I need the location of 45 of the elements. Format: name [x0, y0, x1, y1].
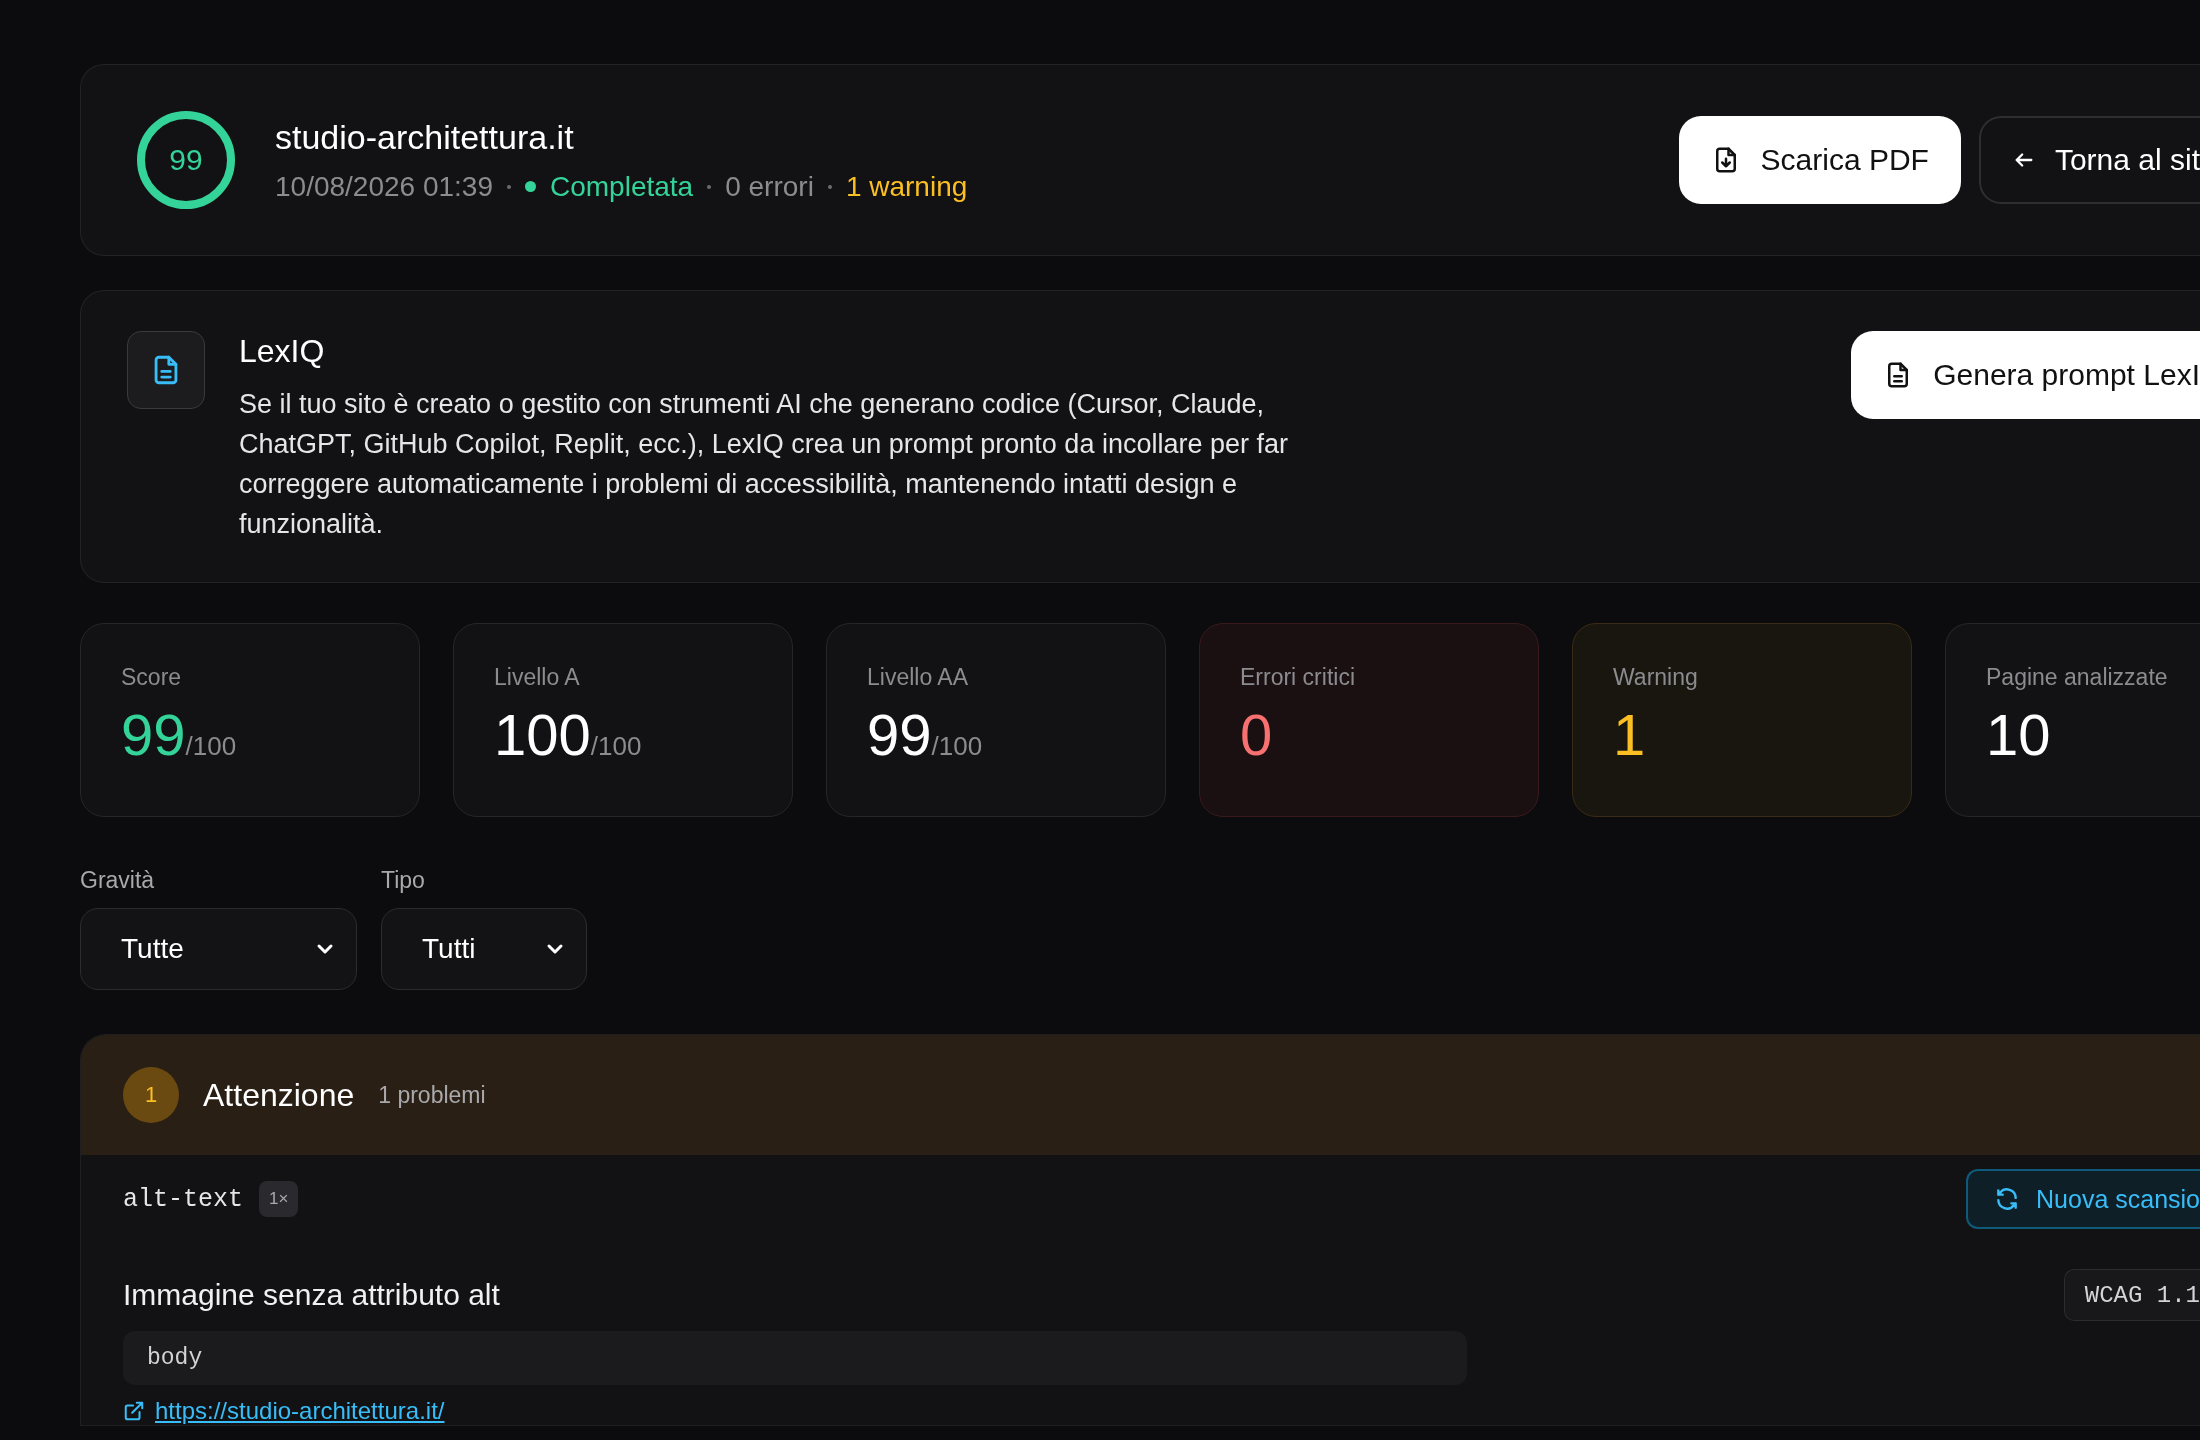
wcag-badge: WCAG 1.1 — [2063, 1269, 2200, 1321]
group-title: Attenzione — [203, 1076, 355, 1114]
external-link-icon — [123, 1400, 145, 1422]
status-dot — [525, 181, 536, 192]
stat-value: 100 — [494, 701, 591, 768]
page-link[interactable]: https://studio-architettura.it/ — [155, 1397, 445, 1425]
stat-label: Score — [121, 664, 183, 691]
meta-text: Completata — [550, 170, 694, 203]
stat-value: 99 — [867, 701, 932, 768]
stat-value: 99 — [121, 701, 186, 768]
occurrence-badge: 1× — [259, 1181, 299, 1217]
stat-label: Pagine analizzate — [1986, 664, 2169, 691]
count-badge: 1 — [123, 1067, 179, 1123]
meta-text: 10/08/2026 01:39 — [275, 170, 493, 203]
chevron-down-icon — [546, 943, 564, 955]
back-button[interactable]: Torna al sit — [1978, 116, 2200, 204]
stat-suffix: /100 — [185, 731, 237, 762]
rescan-button[interactable]: Nuova scansio — [1966, 1169, 2200, 1229]
generate-prompt-button[interactable]: Genera prompt LexI — [1851, 331, 2200, 419]
stat-label: Warning — [1613, 664, 1699, 691]
score-value: 99 — [169, 145, 203, 175]
stat-suffix: /100 — [590, 731, 642, 762]
download-pdf-button[interactable]: Scarica PDF — [1678, 116, 1961, 204]
meta-text: 1 warning — [845, 170, 968, 203]
refresh-icon — [1994, 1186, 2020, 1212]
filter-label: Gravità — [80, 867, 156, 894]
meta-text: 0 errori — [725, 170, 814, 203]
stat-label: Livello A — [494, 664, 581, 691]
stat-label: Livello AA — [867, 664, 969, 691]
stat-label: Errori critici — [1240, 664, 1356, 691]
filter-select[interactable]: Tutte — [80, 908, 357, 990]
stat-value: 10 — [1986, 701, 2051, 768]
stat-value: 1 — [1613, 701, 1646, 768]
stat-suffix: /100 — [931, 731, 983, 762]
lexiq-description: Se il tuo sito è creato o gestito con strumenti AI che generano codice (Cursor, Claude, ChatGPT, GitHub Copilot, Replit, ecc.), LexIQ crea un prompt pronto da incollare per far correggere automaticamente i problemi di accessibilità, mantenendo intatti design e funzionalità. — [239, 388, 1289, 541]
selector-code: body — [123, 1331, 1467, 1385]
filter-label: Tipo — [381, 867, 426, 894]
lexiq-title: LexIQ — [239, 333, 326, 370]
stat-value: 0 — [1240, 701, 1273, 768]
issue-title: Immagine senza attributo alt — [123, 1278, 500, 1312]
site-title: studio-architettura.it — [275, 117, 575, 157]
filter-select[interactable]: Tutti — [381, 908, 587, 990]
group-subtitle: 1 problemi — [378, 1081, 486, 1109]
rule-id: alt-text — [123, 1184, 244, 1214]
chevron-down-icon — [316, 943, 334, 955]
